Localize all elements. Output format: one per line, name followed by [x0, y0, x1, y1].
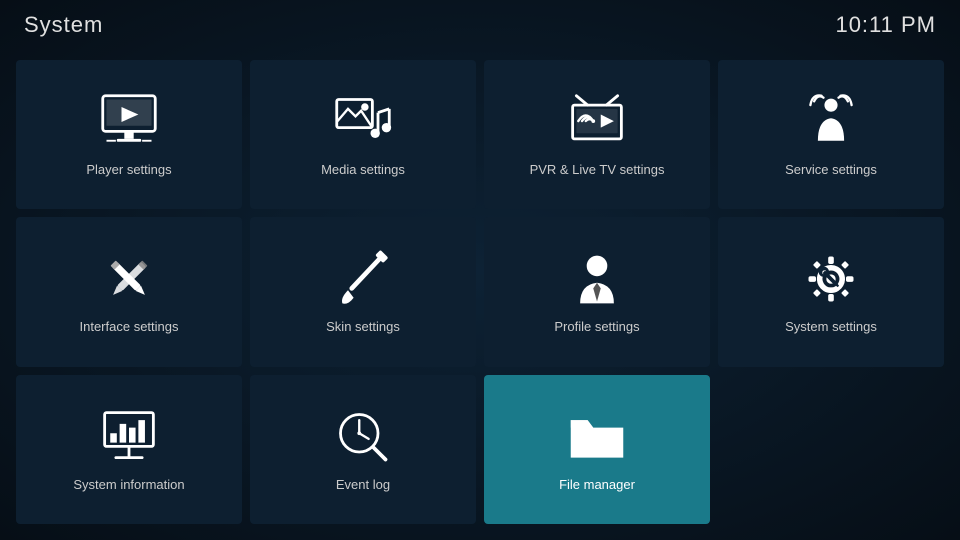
interface-settings-label: Interface settings	[80, 319, 179, 334]
app-title: System	[24, 12, 103, 38]
tile-media-settings[interactable]: Media settings	[250, 60, 476, 209]
profile-settings-label: Profile settings	[554, 319, 639, 334]
tile-system-settings[interactable]: System settings	[718, 217, 944, 366]
pvr-icon	[567, 92, 627, 152]
tile-interface-settings[interactable]: Interface settings	[16, 217, 242, 366]
sysinfo-icon	[99, 407, 159, 467]
tile-service-settings[interactable]: Service settings	[718, 60, 944, 209]
tile-file-manager[interactable]: File manager	[484, 375, 710, 524]
media-icon	[333, 92, 393, 152]
tile-player-settings[interactable]: Player settings	[16, 60, 242, 209]
skin-icon	[333, 249, 393, 309]
filemanager-icon	[567, 407, 627, 467]
tile-system-information[interactable]: System information	[16, 375, 242, 524]
tile-profile-settings[interactable]: Profile settings	[484, 217, 710, 366]
system-information-label: System information	[73, 477, 184, 492]
tile-pvr-settings[interactable]: PVR & Live TV settings	[484, 60, 710, 209]
interface-icon	[99, 249, 159, 309]
service-settings-label: Service settings	[785, 162, 877, 177]
skin-settings-label: Skin settings	[326, 319, 400, 334]
system-settings-icon	[801, 249, 861, 309]
event-log-label: Event log	[336, 477, 390, 492]
tile-event-log[interactable]: Event log	[250, 375, 476, 524]
tile-skin-settings[interactable]: Skin settings	[250, 217, 476, 366]
system-settings-label: System settings	[785, 319, 877, 334]
pvr-settings-label: PVR & Live TV settings	[530, 162, 665, 177]
player-icon	[99, 92, 159, 152]
profile-icon	[567, 249, 627, 309]
service-icon	[801, 92, 861, 152]
player-settings-label: Player settings	[86, 162, 171, 177]
eventlog-icon	[333, 407, 393, 467]
media-settings-label: Media settings	[321, 162, 405, 177]
file-manager-label: File manager	[559, 477, 635, 492]
clock: 10:11 PM	[835, 12, 936, 38]
header: System 10:11 PM	[0, 0, 960, 50]
settings-grid: Player settings Media settings	[8, 52, 952, 532]
